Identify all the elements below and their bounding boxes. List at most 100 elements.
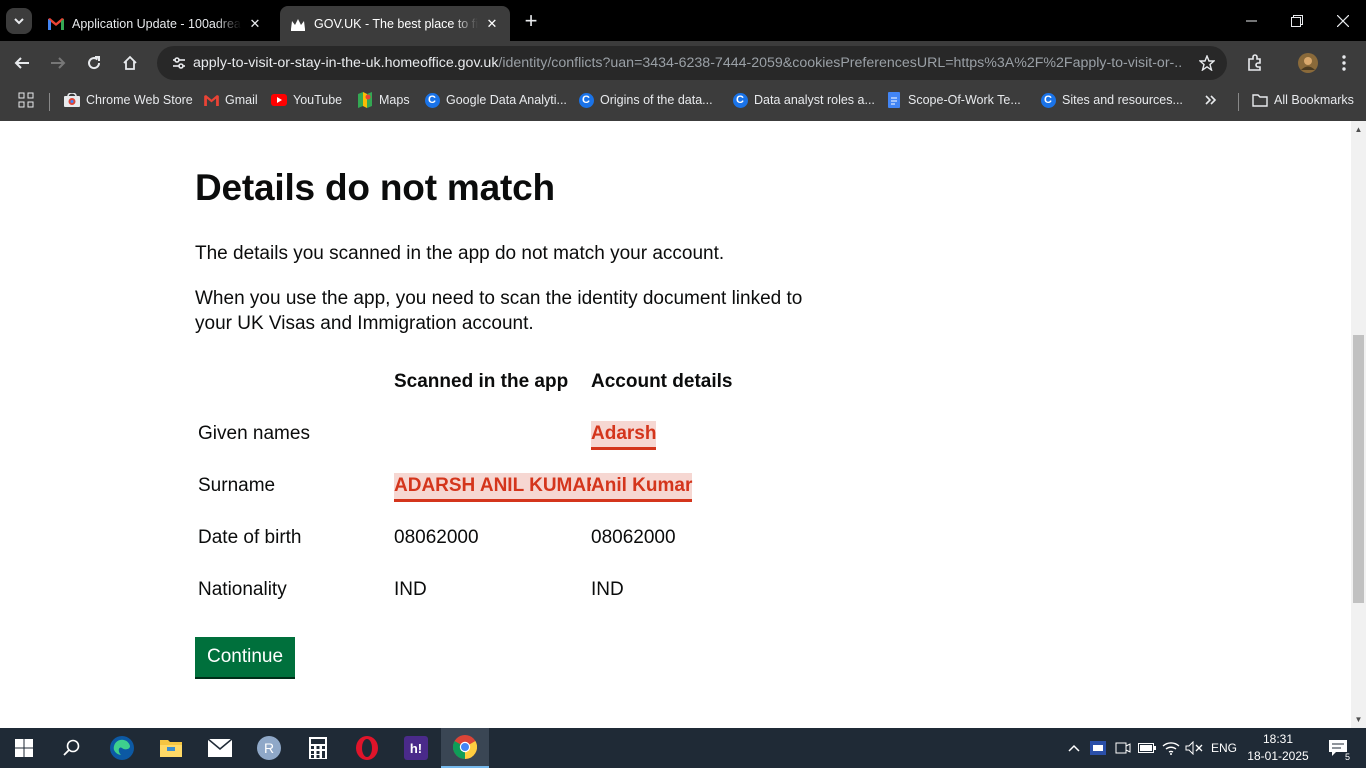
bookmark-data-analyst-roles[interactable]: C Data analyst roles a... (732, 85, 875, 115)
hi-app-button[interactable]: h! (392, 728, 440, 768)
scroll-down-icon[interactable]: ▼ (1354, 715, 1363, 724)
folder-icon (1252, 92, 1268, 108)
more-bookmarks-button[interactable] (1205, 85, 1217, 115)
r-app-button[interactable]: R (245, 728, 293, 768)
continue-button[interactable]: Continue (195, 637, 296, 677)
youtube-icon (271, 92, 287, 108)
instruction-paragraph: When you use the app, you need to scan t… (195, 288, 803, 334)
scanned-nationality: IND (394, 579, 427, 600)
opera-button[interactable] (343, 728, 391, 768)
reload-button[interactable] (79, 48, 109, 78)
meet-now-icon[interactable] (1112, 728, 1134, 768)
tab-search-button[interactable] (6, 8, 32, 34)
start-button[interactable] (0, 728, 48, 768)
minimize-icon (1245, 20, 1257, 22)
page-scrollbar[interactable]: ▲ ▼ (1351, 121, 1366, 728)
bookmark-label: Chrome Web Store (86, 93, 193, 107)
minimize-button[interactable] (1228, 0, 1274, 41)
bookmark-label: Google Data Analyti... (446, 93, 567, 107)
url-host: apply-to-visit-or-stay-in-the-uk.homeoff… (193, 55, 499, 71)
tray-app-icon[interactable] (1088, 728, 1108, 768)
volume-muted-icon[interactable] (1183, 728, 1205, 768)
bookmark-scope-of-work[interactable]: Scope-Of-Work Te... (886, 85, 1021, 115)
language-indicator[interactable]: ENG (1207, 728, 1241, 768)
close-icon[interactable]: ✕ (247, 16, 263, 32)
tab-title: GOV.UK - The best place to find (314, 16, 478, 31)
bookmark-chrome-web-store[interactable]: Chrome Web Store (64, 85, 193, 115)
restore-icon (1291, 14, 1303, 27)
notification-count-badge: 5 (1342, 752, 1352, 762)
account-given-names-mismatch: Adarsh (591, 421, 657, 450)
scanned-surname-mismatch: ADARSH ANIL KUMAR (394, 473, 600, 502)
chrome-button[interactable] (441, 728, 489, 768)
coursera-icon: C (424, 92, 440, 108)
back-button[interactable] (7, 48, 37, 78)
account-surname-mismatch: Anil Kumar (591, 473, 693, 502)
edge-button[interactable] (98, 728, 146, 768)
intro-paragraph: The details you scanned in the app do no… (195, 243, 725, 264)
close-window-button[interactable] (1320, 0, 1366, 41)
coursera-icon: C (1040, 92, 1056, 108)
url-text[interactable]: apply-to-visit-or-stay-in-the-uk.homeoff… (193, 55, 1183, 71)
mail-button[interactable] (196, 728, 244, 768)
divider (49, 93, 50, 111)
docs-icon (886, 92, 902, 108)
forward-button[interactable] (43, 48, 73, 78)
search-button[interactable] (48, 728, 96, 768)
new-tab-button[interactable]: + (518, 8, 544, 34)
bookmark-label: Origins of the data... (600, 93, 713, 107)
bookmark-label: Maps (379, 93, 410, 107)
bookmark-gmail[interactable]: Gmail (203, 85, 258, 115)
file-explorer-button[interactable] (147, 728, 195, 768)
account-nationality: IND (591, 579, 624, 600)
chevron-up-icon (1068, 744, 1080, 752)
bookmark-youtube[interactable]: YouTube (271, 85, 342, 115)
tab-gmail[interactable]: Application Update - 100adrea ✕ (38, 6, 273, 41)
close-icon[interactable]: ✕ (484, 16, 500, 32)
scroll-up-icon[interactable]: ▲ (1354, 125, 1363, 134)
browser-toolbar: apply-to-visit-or-stay-in-the-uk.homeoff… (0, 41, 1366, 85)
all-bookmarks-button[interactable]: All Bookmarks (1252, 85, 1354, 115)
calculator-button[interactable] (294, 728, 342, 768)
clock-time: 18:31 (1262, 732, 1294, 746)
bookmark-origins-of-data[interactable]: C Origins of the data... (578, 85, 713, 115)
scrollbar-thumb[interactable] (1353, 335, 1364, 603)
svg-text:R: R (264, 740, 274, 756)
show-hidden-icons-button[interactable] (1064, 728, 1084, 768)
chrome-icon (453, 735, 477, 759)
arrow-right-icon (51, 57, 66, 69)
notifications-button[interactable]: 5 (1318, 728, 1358, 768)
page-viewport: Details do not match The details you sca… (0, 121, 1366, 728)
home-button[interactable] (115, 48, 145, 78)
clock-date: 18-01-2025 (1247, 749, 1309, 763)
battery-icon[interactable] (1136, 728, 1158, 768)
apps-grid-icon (18, 92, 34, 108)
address-bar[interactable]: apply-to-visit-or-stay-in-the-uk.homeoff… (157, 46, 1227, 80)
bookmark-google-data-analytics[interactable]: C Google Data Analyti... (424, 85, 567, 115)
maps-icon (357, 92, 373, 108)
govuk-crown-icon (290, 16, 306, 32)
coursera-icon: C (732, 92, 748, 108)
avatar-icon (1298, 53, 1318, 73)
menu-button[interactable] (1329, 48, 1359, 78)
bookmark-star-icon[interactable] (1195, 51, 1219, 75)
apps-button[interactable] (18, 85, 34, 115)
r-app-icon: R (257, 736, 281, 760)
bookmark-sites-and-resources[interactable]: C Sites and resources... (1040, 85, 1183, 115)
system-clock[interactable]: 18:31 18-01-2025 (1246, 731, 1310, 765)
extensions-button[interactable] (1240, 48, 1270, 78)
site-info-icon[interactable] (165, 49, 193, 77)
chrome-web-store-icon (64, 92, 80, 108)
wifi-icon[interactable] (1160, 728, 1182, 768)
more-vert-icon (1342, 55, 1346, 71)
search-icon (63, 739, 80, 756)
opera-icon (356, 736, 378, 760)
profile-avatar[interactable] (1293, 48, 1323, 78)
chevron-down-icon (14, 18, 24, 25)
gmail-icon (203, 92, 219, 108)
tab-govuk[interactable]: GOV.UK - The best place to find ✕ (280, 6, 510, 41)
restore-button[interactable] (1274, 0, 1320, 41)
bookmark-maps[interactable]: Maps (357, 85, 410, 115)
page-title: Details do not match (195, 167, 555, 208)
tab-title: Application Update - 100adrea (72, 16, 241, 31)
